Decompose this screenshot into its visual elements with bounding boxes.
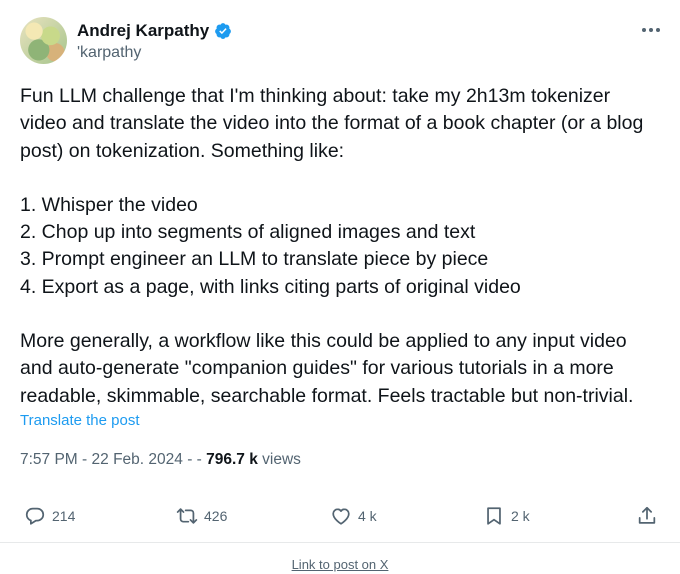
repost-count: 426 [204, 508, 228, 524]
post-step-3: 3. Prompt engineer an LLM to translate p… [20, 248, 489, 271]
post-card: Andrej Karpathy 'karpathy Fun LLM challe… [0, 0, 680, 543]
heart-icon [332, 508, 350, 525]
views-label: views [262, 451, 301, 468]
share-button[interactable] [636, 505, 658, 527]
translate-post-link[interactable]: Translate the post [20, 412, 140, 429]
post-step-1: 1. Whisper the video [20, 193, 198, 216]
author-name[interactable]: Andrej Karpathy [77, 21, 209, 41]
post-date[interactable]: 22 Feb. 2024 [92, 451, 183, 468]
post-meta: 7:57 PM - 22 Feb. 2024 - - 796.7 k views [20, 451, 301, 469]
share-icon [638, 506, 656, 524]
reply-count: 214 [52, 508, 76, 524]
post-intro: Fun LLM challenge that I'm thinking abou… [20, 85, 644, 162]
more-options-icon[interactable] [642, 22, 662, 38]
link-to-post-on-x[interactable]: Link to post on X [0, 557, 680, 572]
bookmark-button[interactable]: 2 k [483, 505, 530, 527]
verified-badge-icon [215, 23, 232, 39]
reply-icon [25, 507, 45, 525]
post-body: Fun LLM challenge that I'm thinking abou… [20, 83, 660, 410]
views-count: 796.7 k [206, 451, 258, 468]
like-count: 4 k [358, 508, 377, 524]
post-time[interactable]: 7:57 PM [20, 451, 78, 468]
author-handle[interactable]: 'karpathy [77, 44, 141, 62]
meta-separator: - - [187, 451, 207, 468]
like-button[interactable]: 4 k [330, 505, 377, 527]
author-name-row: Andrej Karpathy [77, 21, 232, 41]
bookmark-count: 2 k [511, 508, 530, 524]
action-bar: 214 426 4 k 2 k [0, 505, 680, 533]
repost-button[interactable]: 426 [176, 505, 227, 527]
avatar[interactable] [20, 17, 67, 64]
repost-icon [176, 508, 198, 524]
post-outro: More generally, a workflow like this cou… [20, 330, 634, 407]
post-step-4: 4. Export as a page, with links citing p… [20, 275, 521, 298]
bookmark-icon [487, 507, 501, 525]
post-step-2: 2. Chop up into segments of aligned imag… [20, 221, 476, 244]
reply-button[interactable]: 214 [24, 505, 75, 527]
meta-separator: - [82, 451, 92, 468]
